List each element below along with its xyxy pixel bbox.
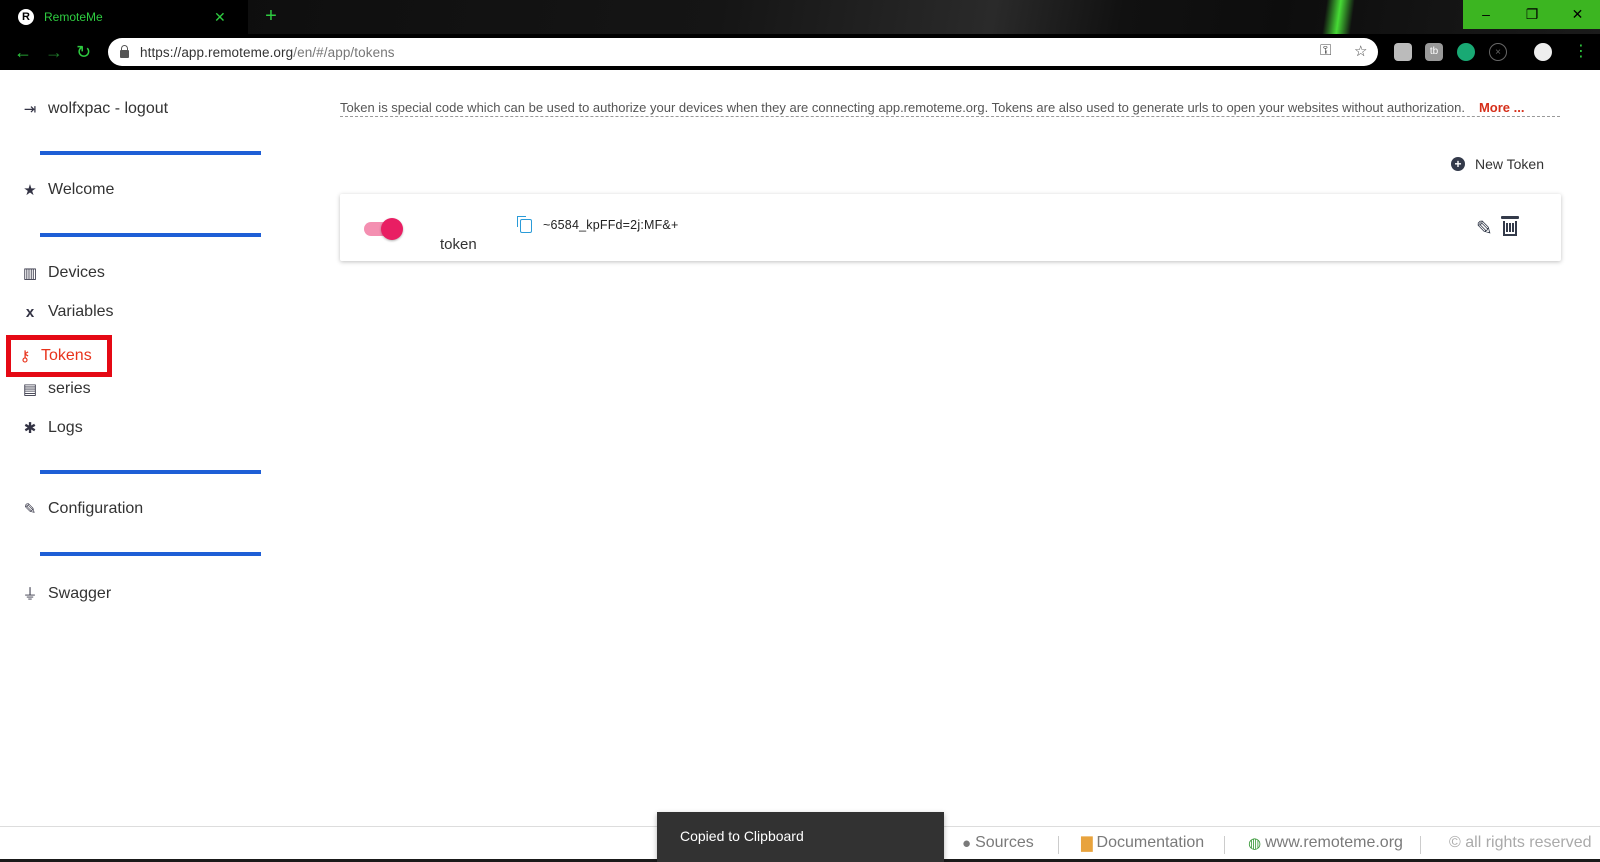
- footer-website-link[interactable]: ◍ www.remoteme.org: [1248, 834, 1403, 852]
- sidebar-item-label: Tokens: [41, 347, 92, 364]
- bug-icon: ✱: [23, 420, 37, 437]
- sidebar-item-label: Devices: [48, 264, 105, 281]
- sidebar-divider: [40, 470, 261, 474]
- footer-divider: [1224, 836, 1225, 854]
- sidebar-item-label: Variables: [48, 303, 114, 320]
- browser-menu-icon[interactable]: ⋮: [1572, 43, 1590, 61]
- token-value: ~6584_kpFFd=2j:MF&+: [543, 218, 679, 232]
- new-token-button[interactable]: + New Token: [1451, 156, 1544, 172]
- sidebar-item-logs[interactable]: ✱ Logs: [20, 419, 83, 437]
- sidebar-item-logout[interactable]: ⇥ wolfxpac - logout: [20, 100, 168, 118]
- book-icon: ▇: [1081, 835, 1093, 852]
- trash-icon[interactable]: [1501, 216, 1519, 236]
- sidebar-item-series[interactable]: ▤ series: [20, 380, 91, 398]
- reload-icon[interactable]: ↻: [76, 40, 91, 64]
- sidebar-item-label: Configuration: [48, 500, 144, 517]
- extension-tb-icon[interactable]: tb: [1425, 43, 1443, 61]
- tab-close-icon[interactable]: ✕: [214, 9, 226, 26]
- wrench-icon: ✎: [23, 501, 37, 518]
- toggle-knob: [381, 218, 403, 240]
- tab-title: RemoteMe: [44, 10, 103, 24]
- sidebar-item-devices[interactable]: ▥ Devices: [20, 264, 105, 282]
- github-icon: ●: [962, 834, 972, 852]
- sidebar-item-variables[interactable]: x Variables: [20, 303, 114, 321]
- sidebar-item-label: wolfxpac - logout: [48, 100, 169, 117]
- sidebar-item-configuration[interactable]: ✎ Configuration: [20, 500, 143, 518]
- sidebar-item-swagger[interactable]: ⏚ Swagger: [20, 583, 111, 604]
- key-icon[interactable]: ⚿: [1320, 42, 1331, 59]
- sidebar-item-label: Welcome: [48, 181, 115, 198]
- token-card: token ~6584_kpFFd=2j:MF&+ ✎: [340, 194, 1561, 261]
- url-text: https://app.remoteme.org/en/#/app/tokens: [140, 44, 395, 60]
- footer-documentation-link[interactable]: ▇ Documentation: [1081, 834, 1204, 852]
- token-name: token: [440, 236, 477, 253]
- tokens-info-text: Token is special code which can be used …: [340, 100, 1560, 117]
- sidebar-item-tokens-inner: ⚷ Tokens: [11, 340, 107, 372]
- extension-cube-icon[interactable]: [1394, 43, 1412, 61]
- sidebar-item-tokens[interactable]: ⚷ Tokens: [6, 335, 112, 377]
- plus-circle-icon: +: [1451, 157, 1465, 171]
- edit-icon[interactable]: ✎: [1476, 216, 1493, 241]
- star-icon[interactable]: ☆: [1354, 42, 1367, 60]
- sign-out-icon: ⇥: [23, 101, 37, 118]
- footer-divider: [1058, 836, 1059, 854]
- globe-icon: ◍: [1248, 835, 1262, 852]
- footer-rights: © all rights reserved: [1449, 834, 1592, 851]
- sidebar-item-welcome[interactable]: ★ Welcome: [20, 181, 114, 199]
- variable-file-icon: x: [25, 303, 35, 321]
- lock-icon: [120, 44, 129, 58]
- sidebar-divider: [40, 233, 261, 237]
- remoteme-favicon-icon: R: [18, 9, 34, 25]
- back-arrow-icon[interactable]: ←: [14, 40, 32, 64]
- copied-toast: Copied to Clipboard: [657, 812, 944, 862]
- key-icon: ⚷: [19, 348, 31, 365]
- toast-message: Copied to Clipboard: [680, 828, 804, 844]
- new-token-label: New Token: [1475, 156, 1545, 172]
- copy-icon[interactable]: [517, 216, 532, 233]
- sidebar-item-label: Swagger: [48, 584, 112, 602]
- forward-arrow-icon[interactable]: →: [45, 40, 63, 64]
- profile-avatar-icon[interactable]: [1534, 43, 1552, 61]
- address-bar[interactable]: https://app.remoteme.org/en/#/app/tokens…: [108, 38, 1378, 66]
- browser-tab[interactable]: R RemoteMe ✕: [0, 0, 248, 34]
- sidebar-item-label: Logs: [48, 419, 83, 436]
- footer-sources-link[interactable]: ● Sources: [962, 834, 1034, 852]
- sidebar: ⇥ wolfxpac - logout ★ Welcome ▥ Devices …: [0, 70, 290, 830]
- sidebar-item-label: series: [48, 380, 91, 397]
- footer-divider: [1420, 836, 1421, 854]
- plug-icon: ⏚: [22, 586, 38, 603]
- star-icon: ★: [23, 182, 37, 199]
- microchip-icon: ▥: [22, 265, 38, 282]
- close-window-button[interactable]: ✕: [1555, 0, 1600, 29]
- bar-chart-icon: ▤: [22, 381, 38, 398]
- sidebar-divider: [40, 151, 261, 155]
- sidebar-divider: [40, 552, 261, 556]
- extension-disabled-icon[interactable]: ×: [1489, 43, 1507, 61]
- new-tab-button[interactable]: +: [259, 5, 283, 29]
- more-link[interactable]: More ...: [1479, 100, 1525, 115]
- minimize-button[interactable]: –: [1463, 0, 1509, 29]
- restore-button[interactable]: ❐: [1509, 0, 1555, 29]
- token-enabled-toggle[interactable]: [364, 218, 403, 240]
- extension-cart-icon[interactable]: [1457, 43, 1475, 61]
